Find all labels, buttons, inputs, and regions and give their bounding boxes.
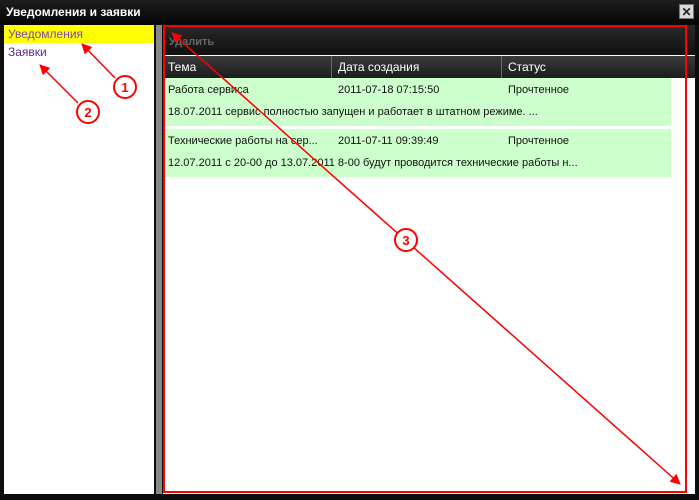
main-panel: Удалить Тема Дата создания Статус Работа… (163, 25, 695, 494)
sidebar-item-label: Заявки (8, 45, 47, 59)
sidebar-item-label: Уведомления (8, 27, 84, 41)
pane-splitter[interactable] (156, 25, 162, 494)
window-title: Уведомления и заявки (6, 5, 141, 19)
sidebar-item-requests[interactable]: Заявки (4, 43, 154, 61)
column-header-subject[interactable]: Тема (168, 60, 196, 74)
column-divider[interactable] (501, 56, 502, 78)
table-row[interactable]: Технические работы на сер... 2011-07-11 … (163, 129, 671, 177)
toolbar: Удалить (163, 25, 695, 55)
column-header-date[interactable]: Дата создания (338, 60, 419, 74)
table-header: Тема Дата создания Статус (163, 56, 695, 78)
delete-button[interactable]: Удалить (169, 36, 214, 48)
column-header-status[interactable]: Статус (508, 60, 546, 74)
row-preview: 18.07.2011 сервис полностью запущен и ра… (168, 106, 538, 118)
close-button[interactable]: ✕ (679, 4, 694, 19)
row-status: Прочтенное (508, 135, 570, 147)
row-date: 2011-07-11 09:39:49 (338, 135, 439, 147)
row-status: Прочтенное (508, 84, 570, 96)
close-icon: ✕ (681, 5, 692, 19)
column-divider[interactable] (331, 56, 332, 78)
row-subject: Работа сервиса (168, 84, 249, 96)
row-subject: Технические работы на сер... (168, 135, 318, 147)
title-bar: Уведомления и заявки ✕ (0, 0, 699, 25)
row-date: 2011-07-18 07:15:50 (338, 84, 440, 96)
sidebar: Уведомления Заявки (4, 25, 154, 494)
table-row[interactable]: Работа сервиса 2011-07-18 07:15:50 Прочт… (163, 78, 671, 126)
row-preview: 12.07.2011 с 20-00 до 13.07.2011 8-00 бу… (168, 157, 578, 169)
sidebar-item-notifications[interactable]: Уведомления (4, 25, 154, 43)
